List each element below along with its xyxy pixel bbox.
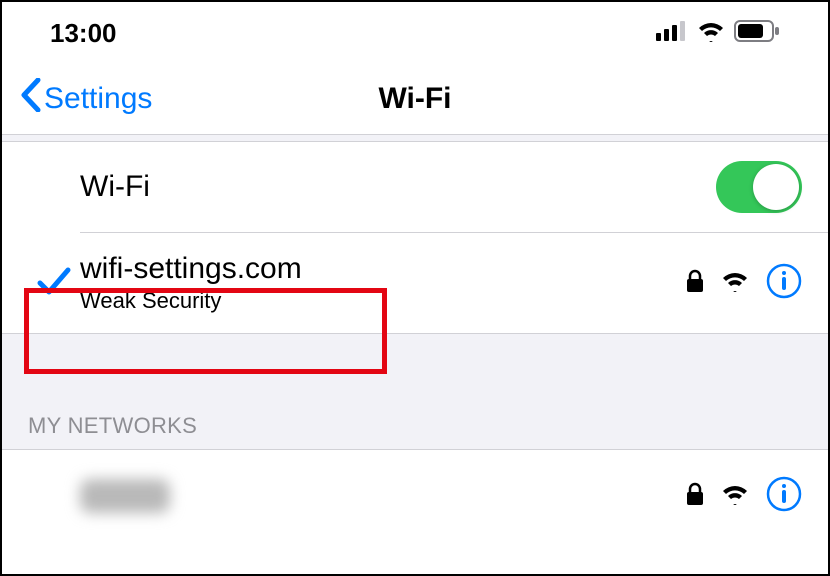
network-row[interactable] bbox=[2, 450, 828, 542]
nav-header: Settings Wi-Fi bbox=[2, 64, 828, 134]
wifi-toggle-row: Wi-Fi bbox=[2, 142, 828, 232]
switch-knob bbox=[753, 164, 799, 210]
section-header-my-networks: MY NETWORKS bbox=[2, 391, 828, 450]
connected-network-name: wifi-settings.com bbox=[80, 252, 686, 287]
back-button[interactable]: Settings bbox=[20, 78, 152, 120]
checkmark-icon bbox=[37, 265, 71, 302]
chevron-left-icon bbox=[20, 78, 44, 120]
wifi-status-icon bbox=[696, 20, 726, 47]
redacted-network-name bbox=[80, 479, 170, 513]
battery-icon bbox=[734, 20, 780, 47]
status-bar: 13:00 bbox=[2, 2, 828, 64]
lock-icon bbox=[686, 269, 704, 298]
connected-network-row[interactable]: wifi-settings.com Weak Security bbox=[2, 233, 828, 333]
status-indicators bbox=[656, 20, 780, 47]
cellular-icon bbox=[656, 21, 688, 46]
wifi-toggle-label: Wi-Fi bbox=[28, 170, 716, 204]
page-title: Wi-Fi bbox=[378, 82, 451, 116]
wifi-signal-icon bbox=[720, 270, 750, 297]
wifi-signal-icon bbox=[720, 483, 750, 510]
info-button[interactable] bbox=[766, 263, 802, 304]
lock-icon bbox=[686, 482, 704, 511]
connected-network-subtitle: Weak Security bbox=[80, 287, 686, 315]
status-time: 13:00 bbox=[50, 18, 117, 49]
wifi-toggle-switch[interactable] bbox=[716, 161, 802, 213]
back-label: Settings bbox=[44, 82, 152, 116]
info-button[interactable] bbox=[766, 476, 802, 517]
